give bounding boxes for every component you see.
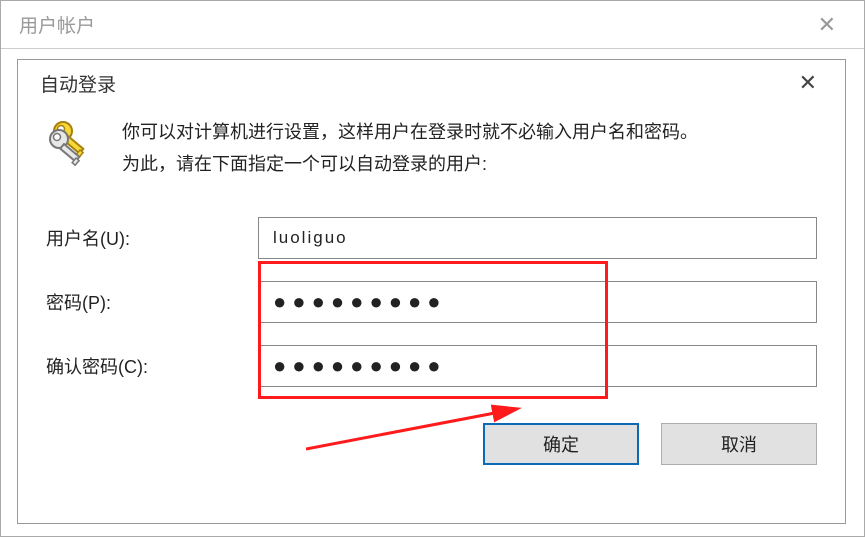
form-area: 用户名(U): 密码(P): 确认密码(C):: [46, 211, 817, 387]
password-label: 密码(P):: [46, 289, 246, 315]
confirm-password-label: 确认密码(C):: [46, 353, 246, 379]
password-input[interactable]: [258, 281, 817, 323]
username-label: 用户名(U):: [46, 225, 246, 251]
username-row: 用户名(U):: [46, 217, 817, 259]
modal-close-icon[interactable]: ✕: [789, 66, 827, 100]
user-accounts-window: 用户帐户 ✕ 自动登录 ✕: [0, 0, 865, 537]
cancel-button[interactable]: 取消: [661, 423, 817, 465]
parent-title: 用户帐户: [19, 11, 95, 38]
parent-titlebar: 用户帐户 ✕: [1, 1, 864, 49]
keys-icon: [46, 116, 100, 170]
ok-button[interactable]: 确定: [483, 423, 639, 465]
parent-close-icon[interactable]: ✕: [808, 8, 846, 42]
modal-titlebar: 自动登录 ✕: [18, 60, 845, 106]
info-text: 你可以对计算机进行设置，这样用户在登录时就不必输入用户名和密码。 为此，请在下面…: [122, 114, 698, 181]
password-row: 密码(P):: [46, 281, 817, 323]
auto-login-dialog: 自动登录 ✕: [17, 59, 846, 524]
confirm-password-input[interactable]: [258, 345, 817, 387]
username-input[interactable]: [258, 217, 817, 259]
info-line2: 为此，请在下面指定一个可以自动登录的用户:: [122, 154, 487, 174]
modal-title: 自动登录: [40, 70, 116, 97]
modal-body: 你可以对计算机进行设置，这样用户在登录时就不必输入用户名和密码。 为此，请在下面…: [18, 106, 845, 465]
info-line1: 你可以对计算机进行设置，这样用户在登录时就不必输入用户名和密码。: [122, 122, 698, 142]
button-row: 确定 取消: [46, 409, 817, 465]
info-row: 你可以对计算机进行设置，这样用户在登录时就不必输入用户名和密码。 为此，请在下面…: [46, 114, 817, 181]
confirm-password-row: 确认密码(C):: [46, 345, 817, 387]
